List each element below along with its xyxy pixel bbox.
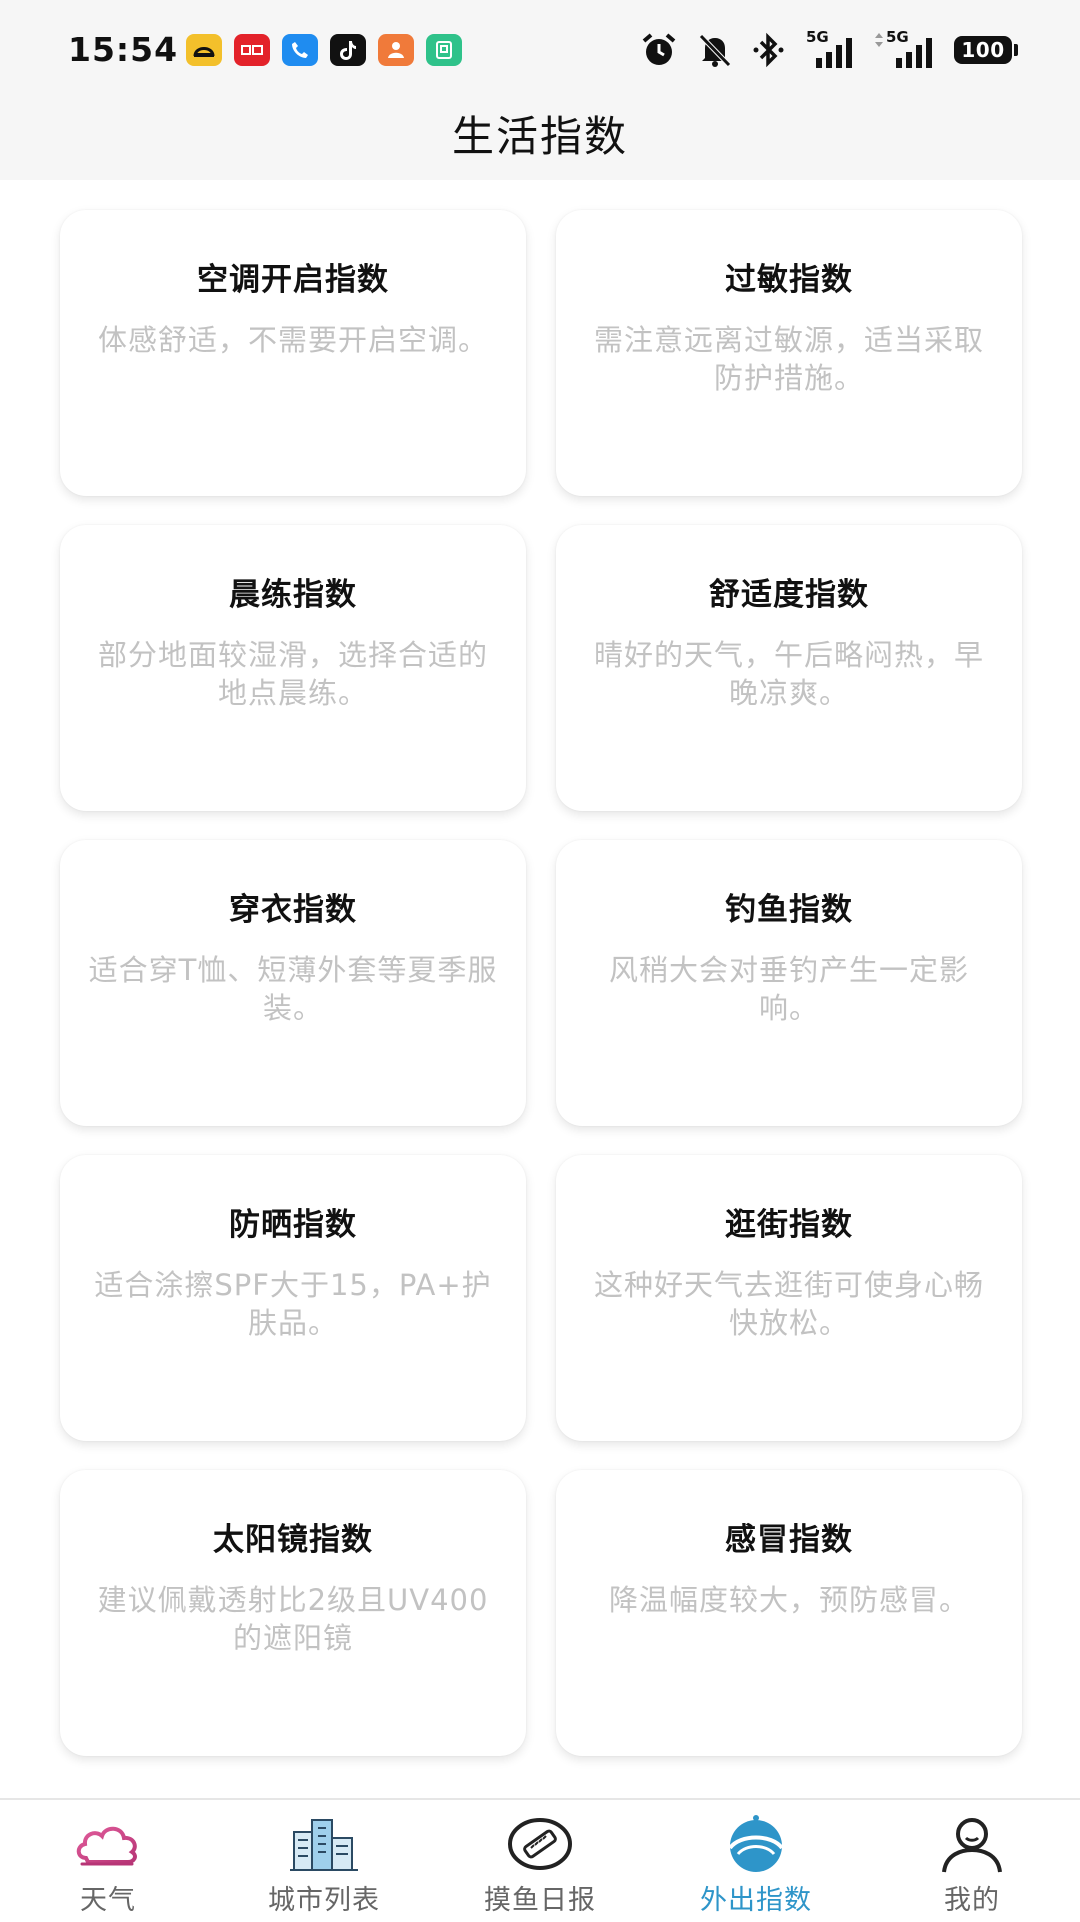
nav-label: 天气: [80, 1885, 136, 1916]
notes-icon: [426, 34, 462, 66]
battery-tip: [1014, 44, 1018, 56]
status-bar: 15:54 5G 5G 100: [0, 0, 1080, 100]
card-description: 部分地面较湿滑，选择合适的地点晨练。: [97, 638, 488, 710]
battery-indicator: 100: [954, 36, 1018, 64]
card-title: 感冒指数: [725, 1522, 853, 1558]
signal-5g-2: 5G: [874, 28, 936, 68]
card-title: 逛街指数: [725, 1207, 853, 1243]
index-card-morning-exercise[interactable]: 晨练指数 部分地面较湿滑，选择合适的地点晨练。: [60, 525, 526, 811]
card-title: 穿衣指数: [229, 892, 357, 928]
signal-bars-icon: [896, 38, 932, 68]
nav-item-city-list[interactable]: 城市列表: [216, 1800, 432, 1922]
index-card-sunscreen[interactable]: 防晒指数 适合涂擦SPF大于15，PA+护肤品。: [60, 1155, 526, 1441]
user-icon: [942, 1818, 1002, 1873]
card-title: 过敏指数: [725, 262, 853, 298]
alarm-icon: [642, 33, 676, 65]
nav-label: 城市列表: [268, 1885, 380, 1916]
nav-item-profile[interactable]: 我的: [864, 1800, 1080, 1922]
card-description: 体感舒适，不需要开启空调。: [97, 323, 488, 357]
tiktok-icon: [330, 34, 366, 66]
index-card-dressing[interactable]: 穿衣指数 适合穿T恤、短薄外套等夏季服装。: [60, 840, 526, 1126]
amap-icon: [186, 34, 222, 66]
index-card-shopping[interactable]: 逛街指数 这种好天气去逛街可使身心畅快放松。: [556, 1155, 1022, 1441]
nav-item-fish-report[interactable]: 摸鱼日报: [432, 1800, 648, 1922]
card-description: 适合穿T恤、短薄外套等夏季服装。: [88, 953, 498, 1025]
bluetooth-icon: [753, 32, 784, 68]
index-card-cold[interactable]: 感冒指数 降温幅度较大，预防感冒。: [556, 1470, 1022, 1756]
index-card-comfort[interactable]: 舒适度指数 晴好的天气，午后略闷热，早晚凉爽。: [556, 525, 1022, 811]
card-title: 防晒指数: [229, 1207, 357, 1243]
nav-item-outing-index[interactable]: 外出指数: [648, 1800, 864, 1922]
index-card-air-conditioning[interactable]: 空调开启指数 体感舒适，不需要开启空调。: [60, 210, 526, 496]
card-description: 适合涂擦SPF大于15，PA+护肤品。: [94, 1268, 492, 1340]
qidian-icon: [234, 34, 270, 66]
city-buildings-icon: [290, 1819, 358, 1871]
nav-item-weather[interactable]: 天气: [0, 1800, 216, 1922]
fish-report-icon: [508, 1818, 572, 1870]
cloud-icon: [76, 1826, 137, 1866]
phone-icon: [282, 34, 318, 66]
card-title: 钓鱼指数: [725, 892, 853, 928]
card-title: 太阳镜指数: [213, 1522, 373, 1558]
index-card-fishing[interactable]: 钓鱼指数 风稍大会对垂钓产生一定影响。: [556, 840, 1022, 1126]
index-card-sunglasses[interactable]: 太阳镜指数 建议佩戴透射比2级且UV400的遮阳镜: [60, 1470, 526, 1756]
page-title: 生活指数: [451, 112, 628, 161]
card-description: 建议佩戴透射比2级且UV400的遮阳镜: [97, 1583, 489, 1655]
outing-index-icon: [728, 1815, 784, 1872]
status-time: 15:54: [68, 30, 179, 69]
taobao-special-icon: [378, 34, 414, 66]
nav-label: 外出指数: [700, 1885, 812, 1916]
nav-label: 摸鱼日报: [484, 1885, 596, 1916]
signal-5g-1: 5G: [806, 28, 856, 68]
card-description: 降温幅度较大，预防感冒。: [608, 1583, 969, 1617]
battery-level: 100: [954, 36, 1012, 64]
mute-bell-icon: [699, 34, 731, 67]
index-card-grid: 空调开启指数 体感舒适，不需要开启空调。 过敏指数 需注意远离过敏源，适当采取防…: [0, 180, 1080, 1800]
notification-app-icons: [186, 34, 462, 66]
data-arrows-icon: [875, 33, 883, 47]
status-indicators: 5G 5G 100: [640, 28, 1018, 70]
top-area: 15:54 5G 5G 100 生活指数: [0, 0, 1080, 180]
nav-label: 我的: [944, 1885, 1000, 1916]
card-description: 风稍大会对垂钓产生一定影响。: [608, 953, 969, 1025]
card-title: 晨练指数: [229, 577, 357, 613]
card-description: 需注意远离过敏源，适当采取防护措施。: [593, 323, 984, 395]
index-card-allergy[interactable]: 过敏指数 需注意远离过敏源，适当采取防护措施。: [556, 210, 1022, 496]
card-title: 空调开启指数: [197, 262, 389, 298]
card-description: 这种好天气去逛街可使身心畅快放松。: [593, 1268, 984, 1340]
bottom-navigation: 天气 城市列表 摸鱼日报 外出指数 我的: [0, 1798, 1080, 1922]
card-description: 晴好的天气，午后略闷热，早晚凉爽。: [593, 638, 984, 710]
card-title: 舒适度指数: [709, 577, 869, 613]
signal-bars-icon: [816, 38, 852, 68]
